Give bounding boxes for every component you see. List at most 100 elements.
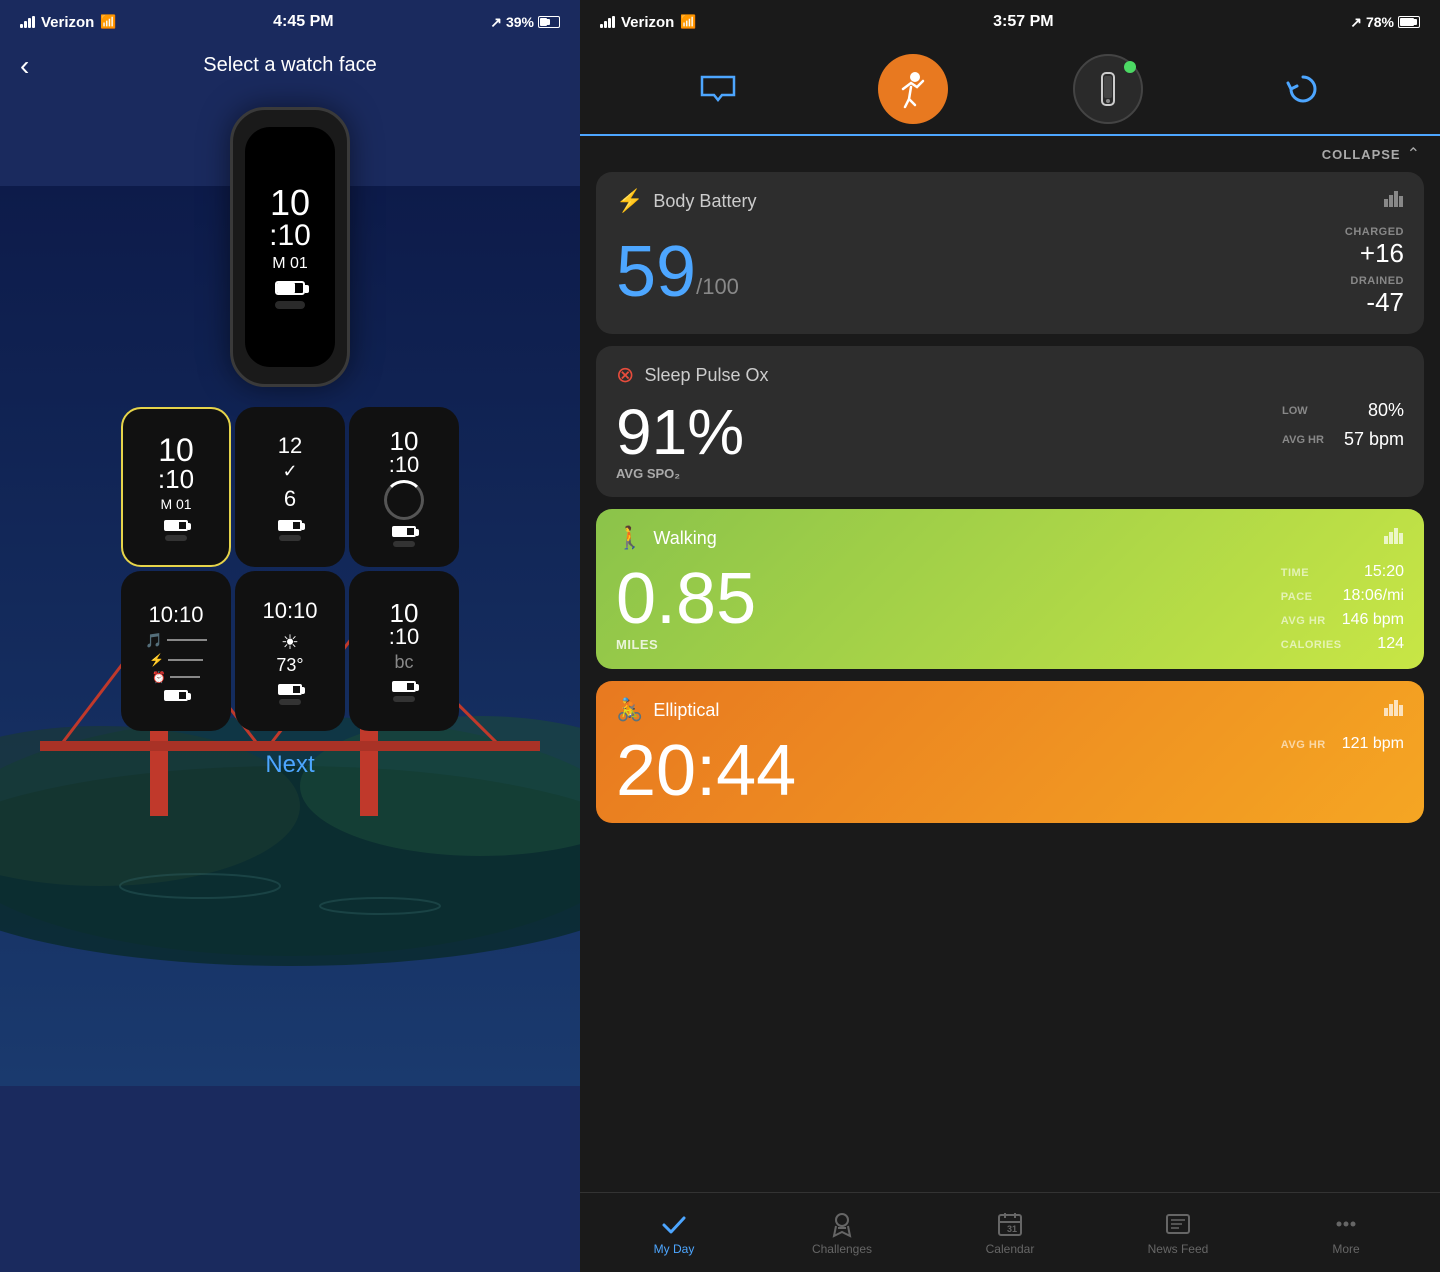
spo2-avghr-value: 57 bpm	[1344, 429, 1404, 450]
watch-faces-grid-row2: 10:10 🎵 ⚡ ⏰ 10:10 ☀ 73°	[121, 571, 459, 731]
wifi-icon-left: 📶	[100, 14, 116, 30]
tab-calendar[interactable]: 31 Calendar	[926, 1210, 1094, 1256]
chart-bars-icon	[1384, 191, 1404, 207]
sleep-pulse-ox-card: ⊗ Sleep Pulse Ox 91% AVG SPO₂ LOW 80% AV…	[596, 346, 1424, 497]
bb-drained-row: DRAINED -47	[1345, 275, 1404, 318]
watch-screen: 10 :10 M 01	[245, 127, 335, 367]
collapse-label[interactable]: COLLAPSE	[1322, 147, 1401, 162]
nav-header: ‹ Select a watch face	[0, 44, 580, 87]
inbox-button[interactable]	[683, 54, 753, 124]
right-content[interactable]: ⚡ Body Battery 59 /100	[580, 172, 1440, 1272]
svg-text:31: 31	[1007, 1224, 1017, 1234]
walking-title-group: 🚶 Walking	[616, 525, 717, 551]
elliptical-main-value: 20:44	[616, 735, 796, 807]
device-button[interactable]	[1073, 54, 1143, 124]
tab-bar: My Day Challenges 31 Calendar	[580, 1192, 1440, 1272]
elliptical-title-group: 🚴 Elliptical	[616, 697, 719, 723]
elliptical-chart-bars-icon	[1384, 700, 1404, 716]
el-avghr-row: AVG HR 121 bpm	[1281, 735, 1404, 753]
wf1-time: 10	[158, 434, 194, 466]
wk-pace-label: PACE	[1281, 591, 1313, 603]
tab-more[interactable]: More	[1262, 1210, 1430, 1256]
el-avghr-value: 121 bpm	[1342, 735, 1404, 753]
elliptical-stats: AVG HR 121 bpm	[1281, 735, 1404, 753]
wf1-battery-fill	[166, 522, 179, 529]
status-bar-right: Verizon 📶 3:57 PM ↗ 78%	[580, 0, 1440, 44]
watch-home-button	[275, 301, 305, 309]
wf4-icons3: ⏰	[152, 671, 200, 684]
watch-date: M 01	[272, 255, 308, 273]
watch-faces-grid-row1: 10 :10 M 01 12 ✓ 6 10 :10	[121, 407, 459, 567]
wf3-sub: :10	[389, 454, 420, 476]
sleep-pulse-title: Sleep Pulse Ox	[644, 365, 768, 386]
collapse-chevron-icon[interactable]: ⌃	[1407, 144, 1420, 164]
bb-stats: CHARGED +16 DRAINED -47	[1345, 226, 1404, 318]
watch-face-6[interactable]: 10 :10 bc	[349, 571, 459, 731]
body-battery-card: ⚡ Body Battery 59 /100	[596, 172, 1424, 334]
wf4-steps-icon: ⚡	[149, 653, 164, 667]
refresh-button[interactable]	[1268, 54, 1338, 124]
signal-bars-right	[600, 16, 615, 28]
tab-news-feed-label: News Feed	[1148, 1242, 1209, 1256]
back-button[interactable]: ‹	[20, 50, 29, 82]
wk-calories-value: 124	[1377, 635, 1404, 653]
watch-device-preview: 10 :10 M 01	[230, 107, 350, 387]
elliptical-chart-icon[interactable]	[1384, 700, 1404, 721]
watch-face-5[interactable]: 10:10 ☀ 73°	[235, 571, 345, 731]
drained-value: -47	[1345, 287, 1404, 318]
charged-value: +16	[1345, 238, 1404, 269]
watch-face-2[interactable]: 12 ✓ 6	[235, 407, 345, 567]
wf4-bar2	[168, 659, 203, 661]
wf2-num2: 6	[284, 486, 296, 512]
watch-battery-fill	[277, 283, 295, 293]
wf4-icons: 🎵	[145, 632, 206, 649]
spo2-title-group: ⊗ Sleep Pulse Ox	[616, 362, 769, 388]
wk-avghr-row: AVG HR 146 bpm	[1281, 611, 1404, 629]
walking-chart-icon[interactable]	[1384, 528, 1404, 549]
bb-main-value: 59	[616, 236, 696, 308]
profile-button[interactable]	[878, 54, 948, 124]
wf1-date: M 01	[160, 496, 191, 512]
tab-my-day[interactable]: My Day	[590, 1210, 758, 1256]
wifi-icon-right: 📶	[680, 14, 696, 30]
tab-calendar-label: Calendar	[986, 1242, 1035, 1256]
watch-face-1[interactable]: 10 :10 M 01	[121, 407, 231, 567]
wf4-activity-icon: 🎵	[145, 632, 162, 649]
challenges-icon	[828, 1210, 856, 1238]
signal-bars-left	[20, 16, 35, 28]
walking-card-header: 🚶 Walking	[616, 525, 1404, 551]
wf3-ring	[384, 480, 424, 520]
spo2-avghr-label: AVG HR	[1282, 434, 1324, 446]
battery-tip-left	[547, 19, 550, 25]
calendar-icon: 31	[996, 1210, 1024, 1238]
carrier-signal-left: Verizon 📶	[20, 14, 117, 31]
wf4-icons2: ⚡	[149, 653, 203, 667]
status-bar-left: Verizon 📶 4:45 PM ↗ 39%	[0, 0, 580, 44]
carrier-name-right: Verizon	[621, 14, 674, 31]
watch-time-mid: :10	[269, 221, 311, 251]
carrier-signal-right: Verizon 📶	[600, 14, 697, 31]
watch-face-4[interactable]: 10:10 🎵 ⚡ ⏰	[121, 571, 231, 731]
tab-challenges[interactable]: Challenges	[758, 1210, 926, 1256]
tab-challenges-label: Challenges	[812, 1242, 872, 1256]
walking-card: 🚶 Walking 0.85 MILES	[596, 509, 1424, 669]
tab-news-feed[interactable]: News Feed	[1094, 1210, 1262, 1256]
next-button[interactable]: Next	[265, 751, 314, 779]
bb-chart-icon[interactable]	[1384, 191, 1404, 212]
inbox-icon	[696, 67, 740, 111]
watch-face-3[interactable]: 10 :10	[349, 407, 459, 567]
wf6-battery-fill	[394, 683, 407, 690]
spo2-main-value: 91%	[616, 400, 744, 464]
wf2-check: ✓	[282, 461, 297, 482]
wf4-bar1	[167, 639, 207, 641]
elliptical-icon: 🚴	[616, 697, 643, 723]
battery-body-left	[538, 16, 560, 28]
wf4-battery	[164, 690, 188, 701]
bb-main-values: 59 /100	[616, 236, 739, 308]
wf2-content: 12 ✓ 6	[278, 433, 302, 541]
spo2-card-header: ⊗ Sleep Pulse Ox	[616, 362, 1404, 388]
battery-pct-right: 78%	[1366, 14, 1394, 30]
walking-title: Walking	[653, 528, 716, 549]
wf3-content: 10 :10	[384, 428, 424, 547]
left-panel: Verizon 📶 4:45 PM ↗ 39% ‹ Select a watch…	[0, 0, 580, 1272]
